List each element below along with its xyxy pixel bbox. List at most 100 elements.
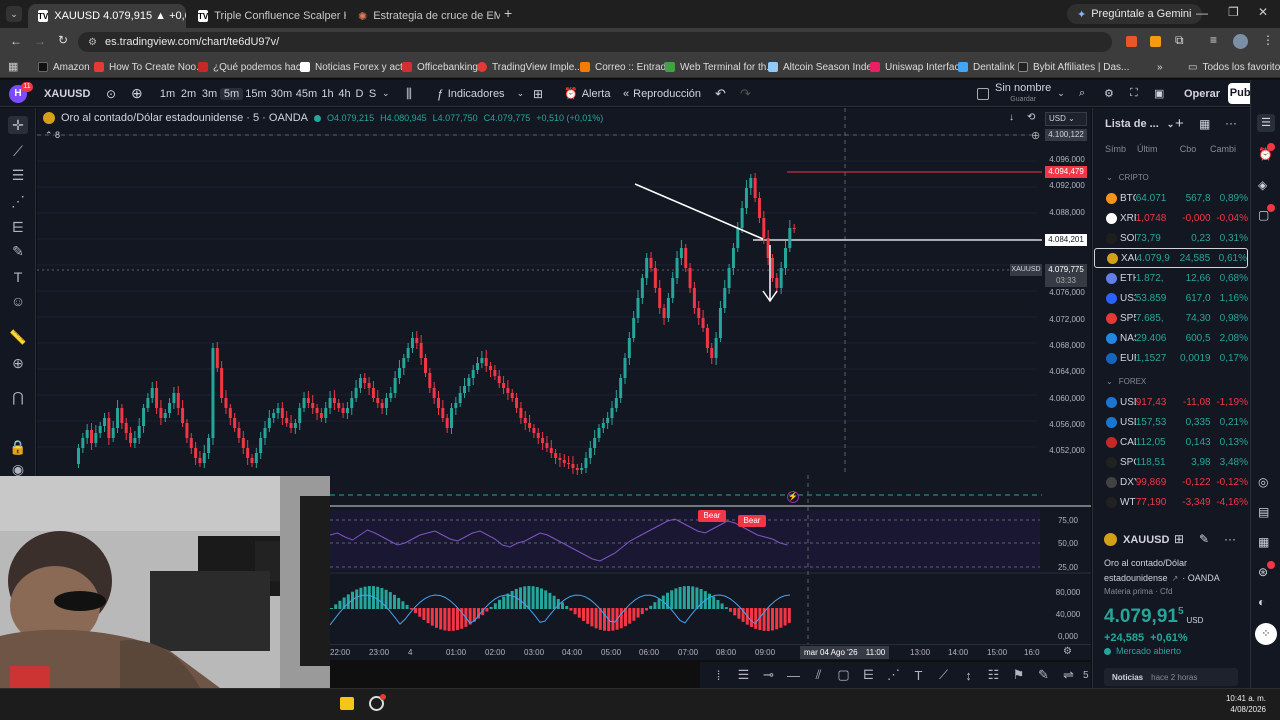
- bookmark-item[interactable]: Altcoin Season Inde...: [768, 56, 880, 78]
- pattern-icon[interactable]: ⋰: [881, 667, 906, 683]
- gemini-button[interactable]: ✦ Pregúntale a Gemini: [1067, 4, 1202, 24]
- interval-15m[interactable]: 15m: [243, 88, 269, 100]
- brush-icon[interactable]: ✎: [1031, 667, 1056, 683]
- apps-grid-icon[interactable]: ▦: [8, 60, 18, 73]
- bookmark-item[interactable]: Uniswap Interface: [870, 56, 965, 78]
- indicator-panes[interactable]: 75,00 50,00 25,00 80,000 40,000 0,000: [330, 475, 1091, 660]
- interval-1m[interactable]: 1m: [157, 88, 178, 100]
- watchlist-row[interactable]: US353.859 617,0 1,16%: [1094, 288, 1248, 308]
- currency-selector[interactable]: USD ⌄: [1045, 112, 1087, 126]
- text-tool-icon[interactable]: T: [906, 668, 931, 683]
- close-window-button[interactable]: ✕: [1258, 5, 1268, 19]
- file-explorer-icon[interactable]: [340, 697, 354, 710]
- advanced-view-icon[interactable]: ▦: [1199, 117, 1210, 131]
- watchlist-row[interactable]: SP57.685, 74,30 0,98%: [1094, 308, 1248, 328]
- add-alert-plus-icon[interactable]: ⊕: [1031, 129, 1040, 142]
- channel-icon[interactable]: ⫽: [806, 667, 831, 683]
- browser-tab-estrategia[interactable]: ✺ Estrategia de cruce de EMAs co ✕: [348, 4, 500, 28]
- ray-icon[interactable]: ⊸: [756, 667, 781, 683]
- scroll-down-icon[interactable]: ↓: [1009, 112, 1014, 123]
- text-icon[interactable]: T: [8, 268, 28, 286]
- zoom-icon[interactable]: ⊕: [8, 354, 28, 372]
- bookmarks-folder[interactable]: ▭ Todos los favoritos: [1188, 56, 1280, 78]
- rectangle-icon[interactable]: ▢: [831, 667, 856, 683]
- watchlist-row[interactable]: XRP1,0748 -0,000 -0,04%: [1094, 208, 1248, 228]
- watchlist-row[interactable]: WTI77,190 -3,349 -4,16%: [1094, 492, 1248, 512]
- ruler-icon[interactable]: 📏: [8, 328, 28, 346]
- site-info-icon[interactable]: ⚙: [88, 37, 97, 48]
- column-header[interactable]: Últim: [1137, 144, 1171, 154]
- symbol-search[interactable]: XAUUSD: [40, 80, 132, 107]
- watchlist-section-header[interactable]: ⌄ FOREX: [1106, 377, 1146, 386]
- timezone-settings-icon[interactable]: ⚙: [1063, 646, 1072, 657]
- media-icon[interactable]: ≡: [1210, 33, 1217, 47]
- interval-5m[interactable]: 5m: [220, 87, 243, 100]
- watchlist-row[interactable]: CAD112,05 0,143 0,13%: [1094, 432, 1248, 452]
- browser-tab-triple[interactable]: TV Triple Confluence Scalper HMA ✕: [188, 4, 346, 28]
- extensions-puzzle-icon[interactable]: ⧉: [1175, 33, 1184, 48]
- templates-grid-icon[interactable]: ⊞: [533, 80, 543, 107]
- horizontal-lines-icon[interactable]: ☰: [731, 667, 756, 683]
- details-more-icon[interactable]: ···: [1224, 532, 1236, 546]
- new-tab-button[interactable]: +: [504, 5, 512, 21]
- watchlist-title[interactable]: Lista de ... ⌄: [1105, 118, 1174, 130]
- watchlist-row[interactable]: BTC64.071 567,8 0,89%: [1094, 188, 1248, 208]
- watchlist-icon[interactable]: ☰: [1257, 114, 1275, 132]
- compare-add-icon[interactable]: ⊕: [131, 80, 143, 107]
- url-field[interactable]: ⚙ es.tradingview.com/chart/te6dU97v/: [78, 32, 1112, 52]
- external-link-icon[interactable]: ↗: [1172, 574, 1179, 583]
- bookmark-item[interactable]: TradingView Imple...: [477, 56, 583, 78]
- legend-collapse-toggle[interactable]: ⌃ 8: [45, 130, 60, 141]
- indicator-panes-svg[interactable]: 75,00 50,00 25,00 80,000 40,000 0,000: [330, 475, 1091, 660]
- trade-button[interactable]: Operar: [1184, 80, 1220, 107]
- alert-button[interactable]: ⏰ Alerta: [564, 80, 610, 107]
- bookmark-item[interactable]: Noticias Forex y act...: [300, 56, 411, 78]
- profile-avatar[interactable]: [1233, 34, 1248, 49]
- redo-icon[interactable]: ↷: [740, 80, 751, 107]
- extension-icon[interactable]: [1126, 36, 1137, 47]
- watchlist-row[interactable]: DXY99,869 -0,122 -0,12%: [1094, 472, 1248, 492]
- parallel-lines-icon[interactable]: ☷: [981, 667, 1006, 683]
- trendline-icon[interactable]: —: [781, 668, 806, 683]
- trendline-icon[interactable]: ⟋: [8, 142, 28, 160]
- calendar-icon[interactable]: ▦: [1258, 535, 1269, 549]
- bookmark-item[interactable]: Amazon: [38, 56, 90, 78]
- fullscreen-icon[interactable]: ⛶: [1130, 80, 1138, 107]
- interval-D[interactable]: D: [353, 88, 366, 100]
- replay-button[interactable]: «Reproducción: [623, 80, 701, 107]
- interval-2m[interactable]: 2m: [178, 88, 199, 100]
- help-dots-icon[interactable]: ⁘: [1255, 623, 1277, 645]
- browser-menu-icon[interactable]: ⋮: [1262, 33, 1274, 47]
- line-tool-icon[interactable]: ⟋: [931, 667, 956, 683]
- add-symbol-plus-icon[interactable]: +: [1175, 115, 1184, 132]
- bookmark-item[interactable]: Web Terminal for th...: [665, 56, 775, 78]
- vertical-line-icon[interactable]: ↕: [956, 668, 981, 683]
- horizontal-lines-icon[interactable]: ☰: [8, 166, 28, 184]
- crosshair-icon[interactable]: ✛: [8, 116, 28, 134]
- browser-tab-xauusd[interactable]: TV XAUUSD 4.079,915 ▲ +0,61% S ✕: [28, 4, 186, 28]
- more-options-icon[interactable]: ···: [1225, 116, 1237, 130]
- chart-type-candles-icon[interactable]: ⫼: [406, 80, 412, 107]
- interval-3m[interactable]: 3m: [199, 88, 220, 100]
- watchlist-row[interactable]: USD917,43 -11,08 -1,19%: [1094, 392, 1248, 412]
- lightning-icon[interactable]: ⚡: [787, 491, 799, 503]
- magnet-icon[interactable]: ⋂: [8, 388, 28, 406]
- target-icon[interactable]: ◎: [1258, 475, 1268, 489]
- minimize-button[interactable]: —: [1196, 6, 1208, 20]
- interval-S[interactable]: S: [366, 88, 379, 100]
- bookmark-item[interactable]: Correo :: Entrada: [580, 56, 672, 78]
- watchlist-row[interactable]: ETH1.872, 12,66 0,68%: [1094, 268, 1248, 288]
- flag-icon[interactable]: ⚑: [1006, 667, 1031, 683]
- watchlist-row[interactable]: USD157,53 0,335 0,21%: [1094, 412, 1248, 432]
- fib-icon[interactable]: ⋿: [856, 667, 881, 683]
- pattern-icon[interactable]: ⋰: [8, 192, 28, 210]
- layers-icon[interactable]: ◈: [1258, 178, 1267, 192]
- interval-4h[interactable]: 4h: [336, 88, 353, 100]
- watchlist-row[interactable]: EUR1,1527 0,0019 0,17%: [1094, 348, 1248, 368]
- bookmark-item[interactable]: Officebanking: [402, 56, 478, 78]
- watchlist-row[interactable]: XAU4.079,9 24,585 0,61%: [1094, 248, 1248, 268]
- column-header[interactable]: Cbo: [1171, 144, 1205, 154]
- settings-gear-icon[interactable]: ⚙: [1104, 80, 1114, 107]
- ideas-icon[interactable]: ⊛: [1258, 565, 1268, 579]
- undo-icon[interactable]: ↶: [715, 80, 726, 107]
